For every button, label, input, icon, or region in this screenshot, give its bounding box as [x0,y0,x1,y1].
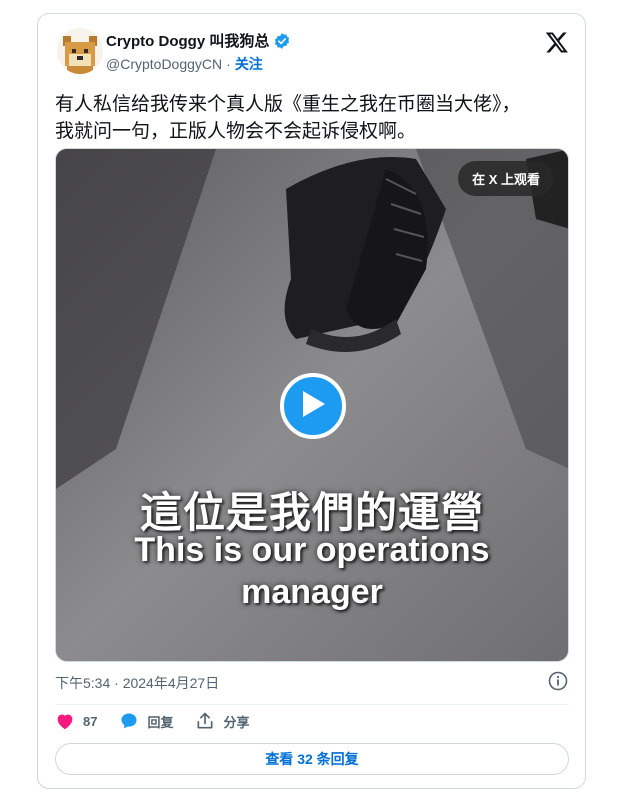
play-button[interactable] [280,373,346,439]
author-handle[interactable]: @CryptoDoggyCN [106,56,222,72]
reply-label: 回复 [147,714,174,730]
share-button[interactable]: 分享 [195,711,250,731]
action-bar: 87 回复 分享 [55,711,250,731]
divider [55,704,569,705]
play-icon [299,389,327,424]
video-player[interactable]: 在 X 上观看 這位是我們的運營 This is our operations … [55,148,569,662]
tweet-text: 有人私信给我传来个真人版《重生之我在币圈当大佬》， 我就问一句，正版人物会不会起… [55,94,521,142]
tweet-timestamp[interactable]: 下午5:34 · 2024年4月27日 [55,673,219,693]
x-logo-icon[interactable] [545,30,569,54]
separator-dot: · [226,56,231,72]
avatar[interactable] [57,28,103,74]
share-icon [195,711,215,731]
like-button[interactable]: 87 [55,712,97,730]
author-name-row[interactable]: Crypto Doggy 叫我狗总 [106,30,291,51]
verified-badge-icon [273,32,291,50]
reply-bubble-icon [119,711,139,731]
video-subtitle-english: This is our operations manager [134,531,490,611]
handle-row: @CryptoDoggyCN · 关注 [106,54,263,74]
reply-button[interactable]: 回复 [119,711,173,731]
info-icon[interactable] [548,671,568,691]
heart-icon [55,712,75,730]
like-count: 87 [83,713,98,729]
share-label: 分享 [223,714,250,730]
watch-on-x-button[interactable]: 在 X 上观看 [458,161,554,196]
author-name[interactable]: Crypto Doggy 叫我狗总 [106,30,269,51]
tweet-card: Crypto Doggy 叫我狗总 @CryptoDoggyCN · 关注 有人… [37,13,586,789]
view-replies-button[interactable]: 查看 32 条回复 [55,743,569,775]
follow-button[interactable]: 关注 [235,54,263,74]
